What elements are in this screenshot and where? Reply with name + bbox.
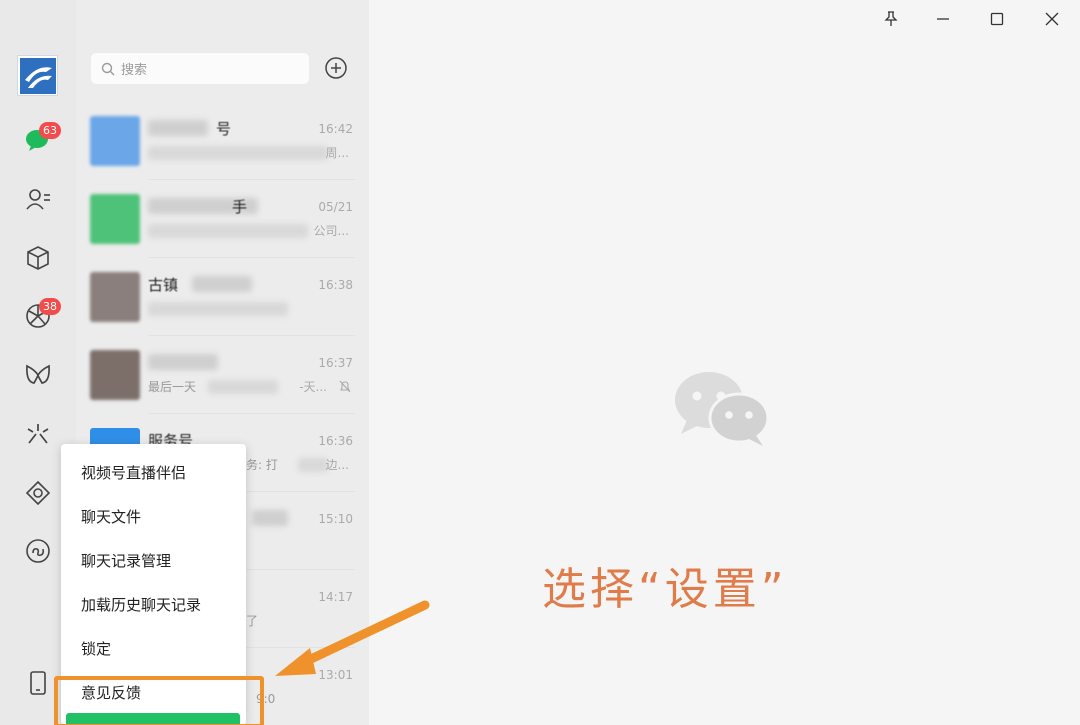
avatar[interactable] [17, 55, 58, 96]
chat-unread-badge: 63 [39, 122, 61, 139]
contacts-icon[interactable] [20, 181, 56, 217]
moments-unread-badge: 38 [39, 298, 61, 315]
conversation-preview-tail: 边... [325, 458, 349, 472]
annotation-highlight-box [54, 676, 264, 725]
channels-icon[interactable] [20, 357, 56, 393]
title-bar [369, 0, 1080, 38]
pin-icon[interactable] [880, 8, 902, 30]
menu-item-lock[interactable]: 锁定 [81, 638, 111, 660]
search-placeholder: 搜索 [121, 63, 148, 78]
conversation-time: 16:38 [318, 278, 353, 292]
mute-bell-icon [339, 378, 351, 397]
conversation-preview: 最后一天 [148, 380, 197, 394]
list-item[interactable]: 古镇 16:38 [76, 258, 369, 336]
conversation-preview-tail: -天... [299, 380, 327, 394]
menu-item-chat-history-manage[interactable]: 聊天记录管理 [81, 550, 171, 572]
mini-programs-icon[interactable] [20, 533, 56, 569]
menu-item-chat-files[interactable]: 聊天文件 [81, 506, 141, 528]
favorites-cube-icon[interactable] [20, 240, 56, 276]
phone-icon[interactable] [20, 665, 56, 701]
conversation-avatar [90, 272, 140, 322]
search-discover-icon[interactable] [20, 416, 56, 452]
maximize-icon[interactable] [986, 8, 1008, 30]
close-icon[interactable] [1041, 8, 1063, 30]
menu-item-live-companion[interactable]: 视频号直播伴侣 [81, 462, 186, 484]
add-icon[interactable] [324, 56, 348, 80]
conversation-preview-tail: 周... [325, 146, 349, 160]
minimize-icon[interactable] [932, 8, 954, 30]
chat-pane-empty: 选择“设置” [369, 38, 1080, 725]
mini-program-diamond-icon[interactable] [20, 475, 56, 511]
conversation-preview: 务: 打 [246, 458, 278, 472]
conversation-time: 15:10 [318, 512, 353, 526]
conversation-preview: 了 [246, 614, 259, 628]
list-item[interactable]: 手 05/21 公司... [76, 180, 369, 258]
conversation-time: 16:37 [318, 356, 353, 370]
wechat-logo-icon [671, 368, 771, 452]
annotation-text: 选择“设置” [542, 564, 788, 615]
list-item[interactable]: 最后一天 16:37 -天... [76, 336, 369, 414]
conversation-time: 05/21 [318, 200, 353, 214]
search-input[interactable]: 搜索 [91, 53, 309, 84]
conversation-time: 16:42 [318, 122, 353, 136]
conversation-preview-tail: 公司... [313, 224, 349, 238]
conversation-avatar [90, 116, 140, 166]
conversation-time: 16:36 [318, 434, 353, 448]
annotation-arrow [275, 600, 430, 676]
search-icon [101, 62, 115, 75]
conversation-avatar [90, 194, 140, 244]
menu-item-load-history[interactable]: 加载历史聊天记录 [81, 594, 201, 616]
list-item[interactable]: 号 16:42 周... [76, 102, 369, 180]
conversation-avatar [90, 350, 140, 400]
